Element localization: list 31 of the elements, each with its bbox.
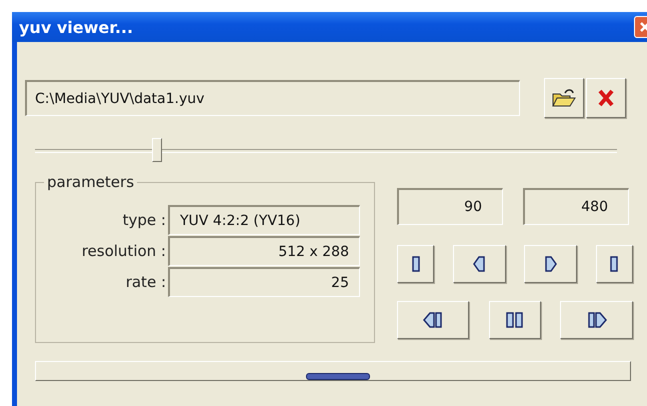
parameter-label: rate : (124, 273, 167, 291)
grip-icon[interactable] (306, 372, 370, 380)
bar-icon (410, 256, 422, 272)
parameter-value: YUV 4:2:2 (YV16) (168, 205, 360, 235)
last-button[interactable] (596, 245, 633, 283)
right-triangle-icon (544, 256, 557, 272)
file-path-field[interactable]: C:\Media\YUV\data1.yuv (25, 80, 520, 116)
double-bar-icon (504, 312, 524, 328)
splitter-bar[interactable] (35, 361, 631, 381)
frame-field[interactable]: 480 (523, 188, 629, 225)
first-button[interactable] (397, 245, 434, 283)
window-title: yuv viewer... (19, 18, 134, 36)
parameter-label: resolution : (80, 242, 167, 260)
frame-field[interactable]: 90 (397, 188, 503, 225)
prev-button[interactable] (452, 245, 506, 283)
bar-icon (608, 256, 620, 272)
position-slider[interactable] (35, 138, 617, 164)
open-button[interactable] (544, 78, 584, 118)
bar-right-triangle-icon (586, 312, 606, 328)
parameter-label: type : (122, 211, 167, 229)
rewind-button[interactable] (397, 301, 469, 339)
pause-button[interactable] (488, 301, 540, 339)
delete-button[interactable] (586, 78, 626, 118)
parameter-value: 512 x 288 (168, 236, 360, 266)
parameter-value: 25 (168, 267, 360, 297)
left-triangle-icon (473, 256, 486, 272)
left-triangle-bar-icon (423, 312, 443, 328)
next-button[interactable] (524, 245, 578, 283)
play-button[interactable] (560, 301, 633, 339)
folder-icon (552, 88, 576, 108)
close-icon (598, 89, 614, 107)
